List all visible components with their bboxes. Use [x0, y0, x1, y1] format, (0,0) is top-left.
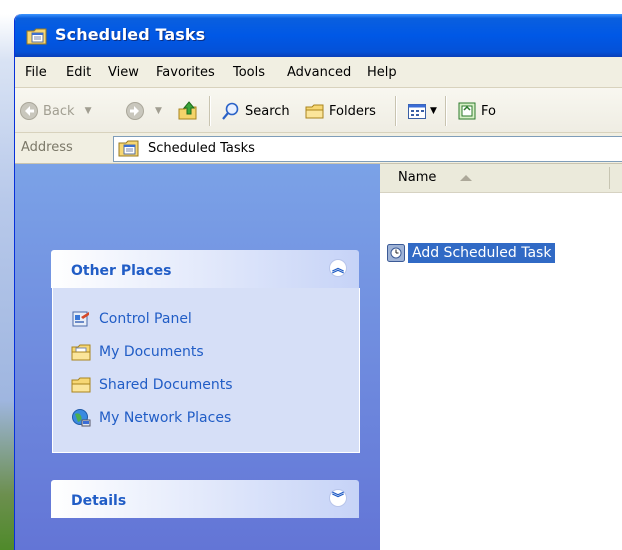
task-pane: Other Places ︽ Control Panel My Document… — [15, 164, 380, 550]
toolbar-separator — [209, 96, 211, 126]
folder-sync-button[interactable]: Fo — [457, 100, 496, 122]
back-button[interactable]: Back ▼ — [19, 100, 91, 122]
place-shared-documents[interactable]: Shared Documents — [71, 374, 233, 396]
place-label: Control Panel — [99, 311, 192, 327]
other-places-header[interactable]: Other Places ︽ — [51, 250, 359, 288]
views-dropdown-icon[interactable]: ▼ — [430, 106, 437, 116]
collapse-chevron-icon[interactable]: ︽ — [329, 259, 347, 277]
place-my-network-places[interactable]: My Network Places — [71, 407, 231, 429]
folders-label: Folders — [329, 103, 376, 119]
column-header: Name — [380, 164, 622, 193]
back-arrow-icon — [20, 102, 38, 120]
details-header[interactable]: Details ︾ — [51, 480, 359, 518]
menu-help[interactable]: Help — [367, 65, 397, 80]
folders-icon — [305, 104, 324, 119]
place-label: My Network Places — [99, 410, 232, 426]
forward-button[interactable]: ▼ — [125, 100, 162, 122]
menu-advanced[interactable]: Advanced — [287, 65, 351, 80]
control-panel-icon — [72, 311, 89, 327]
folder-sync-label: Fo — [481, 103, 496, 119]
add-scheduled-task-icon — [387, 244, 405, 262]
scheduled-tasks-folder-icon — [118, 140, 139, 157]
other-places-panel: Control Panel My Documents Shared Docume… — [52, 288, 360, 453]
place-label: Shared Documents — [99, 377, 233, 393]
address-value: Scheduled Tasks — [148, 141, 255, 156]
file-list: Name Add Scheduled Task — [380, 164, 622, 550]
forward-arrow-icon — [126, 102, 144, 120]
place-my-documents[interactable]: My Documents — [71, 341, 204, 363]
toolbar-separator — [445, 96, 447, 126]
network-places-icon — [72, 409, 91, 427]
menu-bar: File Edit View Favorites Tools Advanced … — [15, 57, 622, 88]
views-button[interactable]: ▼ — [407, 100, 437, 122]
folder-sync-icon — [458, 102, 476, 120]
menu-view[interactable]: View — [108, 65, 139, 80]
my-documents-icon — [71, 344, 91, 361]
forward-dropdown-icon[interactable]: ▼ — [155, 106, 162, 116]
address-label: Address — [21, 140, 73, 155]
place-label: My Documents — [99, 344, 204, 360]
list-item[interactable]: Add Scheduled Task — [386, 242, 556, 264]
column-name-header[interactable]: Name — [398, 170, 436, 185]
menu-tools[interactable]: Tools — [233, 65, 265, 80]
search-button[interactable]: Search — [221, 100, 290, 122]
menu-file[interactable]: File — [25, 65, 47, 80]
expand-chevron-icon[interactable]: ︾ — [329, 489, 347, 507]
search-label: Search — [245, 103, 290, 119]
back-dropdown-icon[interactable]: ▼ — [85, 106, 92, 116]
desktop-top — [0, 0, 622, 14]
window-title: Scheduled Tasks — [55, 25, 206, 44]
toolbar: Back ▼ ▼ Search Folders ▼ Fo — [15, 88, 622, 133]
folders-button[interactable]: Folders — [305, 100, 376, 122]
up-folder-icon — [178, 101, 197, 120]
file-name: Add Scheduled Task — [408, 243, 556, 263]
menu-favorites[interactable]: Favorites — [156, 65, 215, 80]
up-folder-button[interactable] — [177, 100, 199, 122]
column-divider[interactable] — [609, 167, 610, 189]
place-control-panel[interactable]: Control Panel — [71, 308, 192, 330]
back-label: Back — [43, 103, 75, 119]
details-title: Details — [71, 493, 127, 509]
address-field[interactable]: Scheduled Tasks — [113, 136, 622, 162]
desktop-background — [0, 0, 14, 550]
toolbar-separator — [395, 96, 397, 126]
explorer-window: Scheduled Tasks File Edit View Favorites… — [14, 14, 622, 550]
sort-ascending-icon — [460, 175, 472, 181]
other-places-title: Other Places — [71, 263, 172, 279]
title-bar[interactable]: Scheduled Tasks — [15, 14, 622, 57]
views-icon — [408, 104, 426, 119]
address-bar: Address Scheduled Tasks — [15, 133, 622, 164]
shared-documents-icon — [71, 377, 91, 393]
scheduled-tasks-folder-icon — [26, 28, 47, 45]
menu-edit[interactable]: Edit — [66, 65, 91, 80]
search-icon — [222, 102, 239, 120]
